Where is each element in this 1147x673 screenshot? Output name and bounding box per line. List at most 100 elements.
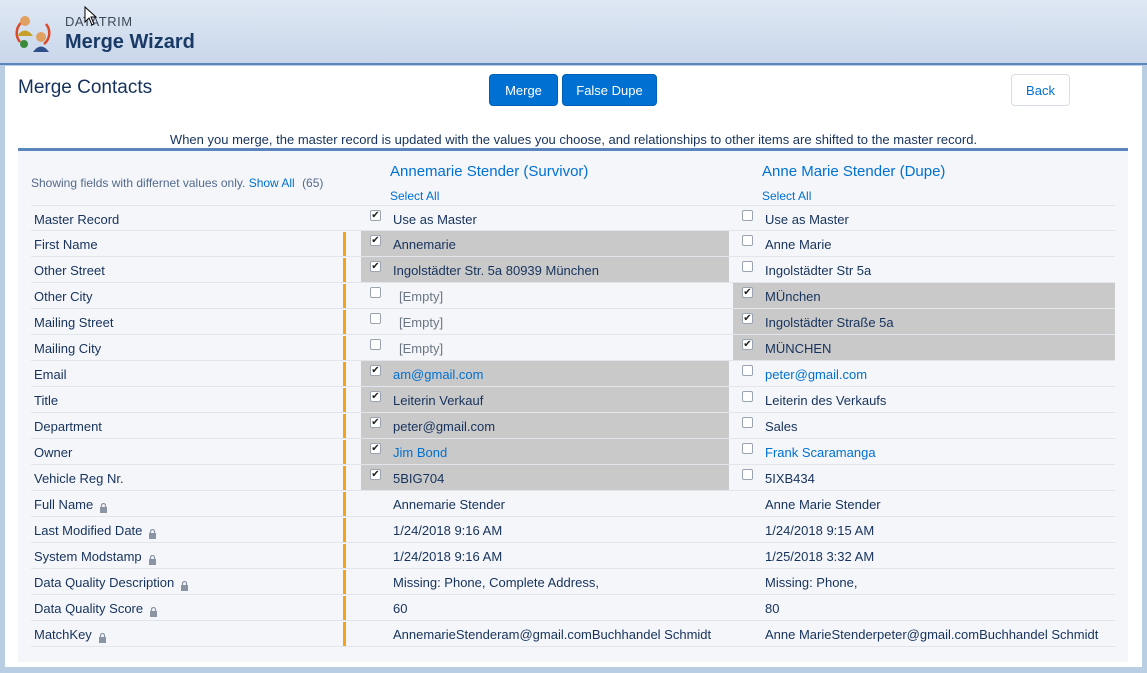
dupe-value-cell[interactable]: Anne Marie [733,231,1115,256]
dupe-select-checkbox[interactable] [742,210,753,221]
difference-marker [343,284,346,308]
survivor-value: [Empty] [399,341,444,356]
survivor-value-cell: Annemarie Stender [361,491,729,516]
survivor-select-checkbox[interactable] [370,313,381,324]
survivor-value-cell[interactable]: ✔ Leiterin Verkauf [361,387,729,412]
difference-marker [343,232,346,256]
survivor-select-checkbox[interactable]: ✔ [370,235,381,246]
show-all-link[interactable]: Show All [249,176,295,190]
survivor-value: [Empty] [399,315,444,330]
dupe-value: Sales [765,419,798,434]
dupe-value-cell[interactable]: 5IXB434 [733,465,1115,490]
dupe-value: 5IXB434 [765,471,815,486]
back-button[interactable]: Back [1011,74,1070,106]
field-label-text: MatchKey [34,627,92,642]
survivor-value: Use as Master [393,212,477,227]
dupe-value-cell[interactable]: Leiterin des Verkaufs [733,387,1115,412]
difference-marker [343,596,346,620]
survivor-select-checkbox[interactable]: ✔ [370,261,381,272]
field-row: System Modstamp 1/24/2018 9:16 AM 1/25/201… [31,543,1115,569]
difference-marker [343,440,346,464]
vendor-name: DATATRIM [65,14,133,29]
dupe-value: Leiterin des Verkaufs [765,393,887,408]
field-label-text: Vehicle Reg Nr. [34,471,124,486]
survivor-column-title[interactable]: Annemarie Stender (Survivor) [390,163,588,180]
lock-icon [98,631,107,643]
page-title: Merge Contacts [18,77,153,98]
survivor-value-cell[interactable]: ✔ am@gmail.com [361,361,729,386]
field-label-text: Mailing Street [34,315,114,330]
survivor-select-checkbox[interactable]: ✔ [370,417,381,428]
survivor-value[interactable]: Jim Bond [393,445,447,460]
dupe-select-checkbox[interactable] [742,391,753,402]
field-label: MatchKey [34,627,107,643]
difference-marker [343,622,346,646]
survivor-value: 1/24/2018 9:16 AM [393,549,503,564]
dupe-select-checkbox[interactable]: ✔ [742,339,753,350]
dupe-select-checkbox[interactable] [742,235,753,246]
field-row: Owner ✔ Jim Bond Frank Scaramanga [31,439,1115,465]
survivor-value-cell[interactable]: ✔ Use as Master [361,206,729,231]
dupe-value-cell[interactable]: Frank Scaramanga [733,439,1115,464]
survivor-value[interactable]: am@gmail.com [393,367,484,382]
dupe-select-checkbox[interactable] [742,365,753,376]
dupe-value-cell[interactable]: peter@gmail.com [733,361,1115,386]
dupe-value-cell[interactable]: ✔ MÜNCHEN [733,335,1115,360]
dupe-value-cell[interactable]: Sales [733,413,1115,438]
false-dupe-button[interactable]: False Dupe [562,74,657,106]
dupe-select-checkbox[interactable] [742,417,753,428]
difference-marker [343,518,346,542]
survivor-select-checkbox[interactable]: ✔ [370,391,381,402]
field-rows: Master Record ✔ Use as Master Use as Master… [31,205,1115,647]
app-title: Merge Wizard [65,31,195,53]
dupe-select-checkbox[interactable] [742,261,753,272]
dupe-select-checkbox[interactable] [742,443,753,454]
field-label: Owner [34,445,72,460]
field-label: Mailing Street [34,315,113,330]
difference-marker [343,310,346,334]
field-row: Master Record ✔ Use as Master Use as Master [31,205,1115,231]
survivor-select-all-link[interactable]: Select All [390,189,439,203]
dupe-value-cell: 80 [733,595,1115,620]
survivor-select-checkbox[interactable] [370,339,381,350]
survivor-select-checkbox[interactable]: ✔ [370,469,381,480]
dupe-select-checkbox[interactable] [742,469,753,480]
survivor-value-cell[interactable]: ✔ Jim Bond [361,439,729,464]
dupe-value: Anne Marie Stender [765,497,881,512]
survivor-select-checkbox[interactable]: ✔ [370,443,381,454]
dupe-value-cell[interactable]: ✔ Ingolstädter Straße 5a [733,309,1115,334]
difference-marker [343,362,346,386]
survivor-select-checkbox[interactable] [370,287,381,298]
merge-button[interactable]: Merge [489,74,558,106]
survivor-value: Leiterin Verkauf [393,393,484,408]
survivor-value-cell[interactable]: ✔ Annemarie [361,231,729,256]
dupe-value: 1/25/2018 3:32 AM [765,549,875,564]
field-label: Other Street [34,263,105,278]
field-label-text: Title [34,393,59,408]
survivor-value-cell[interactable]: [Empty] [361,283,729,308]
field-label: Master Record [34,212,119,227]
survivor-value-cell[interactable]: ✔ peter@gmail.com [361,413,729,438]
dupe-value[interactable]: peter@gmail.com [765,367,867,382]
field-row: MatchKey AnnemarieStenderam@gmail.comBuch… [31,621,1115,647]
dupe-select-checkbox[interactable]: ✔ [742,287,753,298]
field-row: First Name ✔ Annemarie Anne Marie [31,231,1115,257]
dupe-select-all-link[interactable]: Select All [762,189,811,203]
survivor-value-cell[interactable]: ✔ 5BIG704 [361,465,729,490]
survivor-value-cell[interactable]: [Empty] [361,309,729,334]
dupe-value-cell[interactable]: ✔ MÜnchen [733,283,1115,308]
survivor-select-checkbox[interactable]: ✔ [370,210,381,221]
dupe-select-checkbox[interactable]: ✔ [742,313,753,324]
dupe-value[interactable]: Frank Scaramanga [765,445,876,460]
field-row: Full Name Annemarie Stender Anne Marie Ste… [31,491,1115,517]
survivor-value-cell[interactable]: [Empty] [361,335,729,360]
survivor-value-cell[interactable]: ✔ Ingolstädter Str. 5a 80939 München [361,257,729,282]
survivor-value-cell: AnnemarieStenderam@gmail.comBuchhandel S… [361,621,729,646]
dupe-value-cell[interactable]: Ingolstädter Str 5a [733,257,1115,282]
field-row: Department ✔ peter@gmail.com Sales [31,413,1115,439]
dupe-value-cell[interactable]: Use as Master [733,206,1115,231]
field-label-text: First Name [34,237,98,252]
dupe-column-title[interactable]: Anne Marie Stender (Dupe) [762,163,945,180]
difference-marker [343,544,346,568]
survivor-select-checkbox[interactable]: ✔ [370,365,381,376]
